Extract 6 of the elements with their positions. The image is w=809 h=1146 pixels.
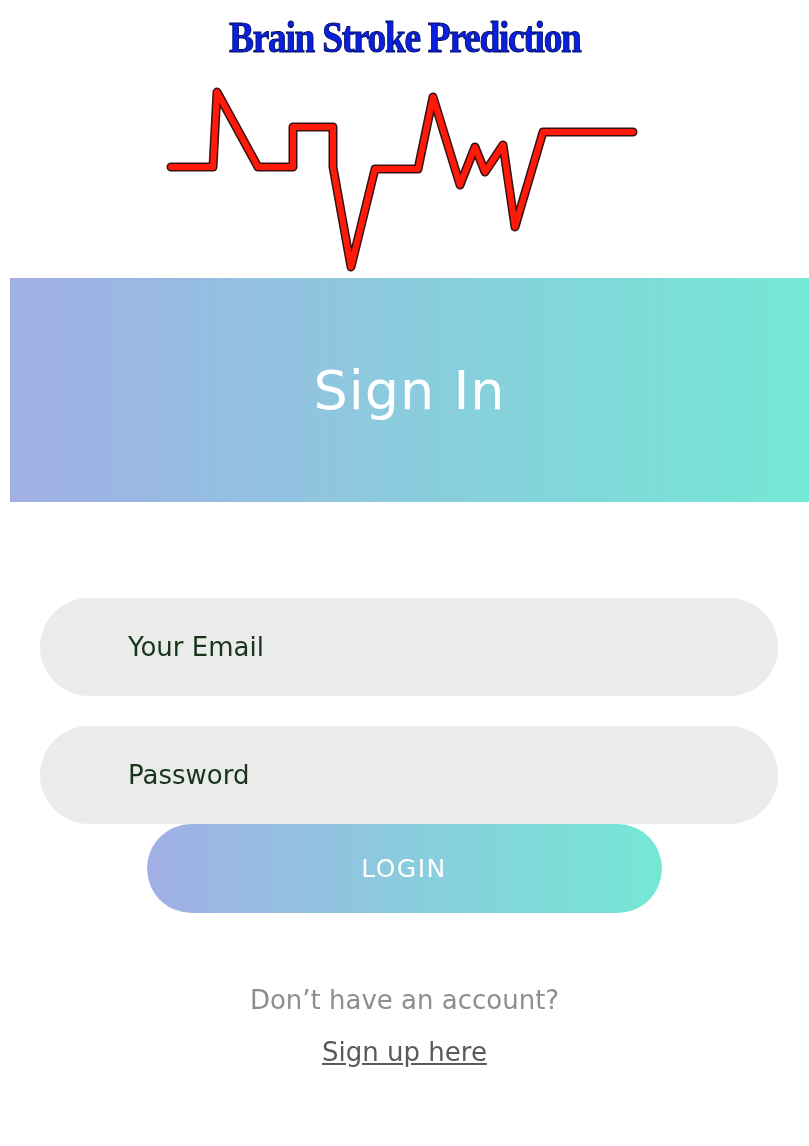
sign-up-link[interactable]: Sign up here [322, 1037, 487, 1067]
account-prompt: Don’t have an account? [249, 985, 560, 1015]
input-field[interactable]: Your Email [40, 598, 778, 696]
input-field[interactable]: Password [40, 726, 778, 824]
sign-in-heading: Sign In [313, 358, 506, 422]
app-title: Brain Stroke Prediction [228, 12, 581, 64]
